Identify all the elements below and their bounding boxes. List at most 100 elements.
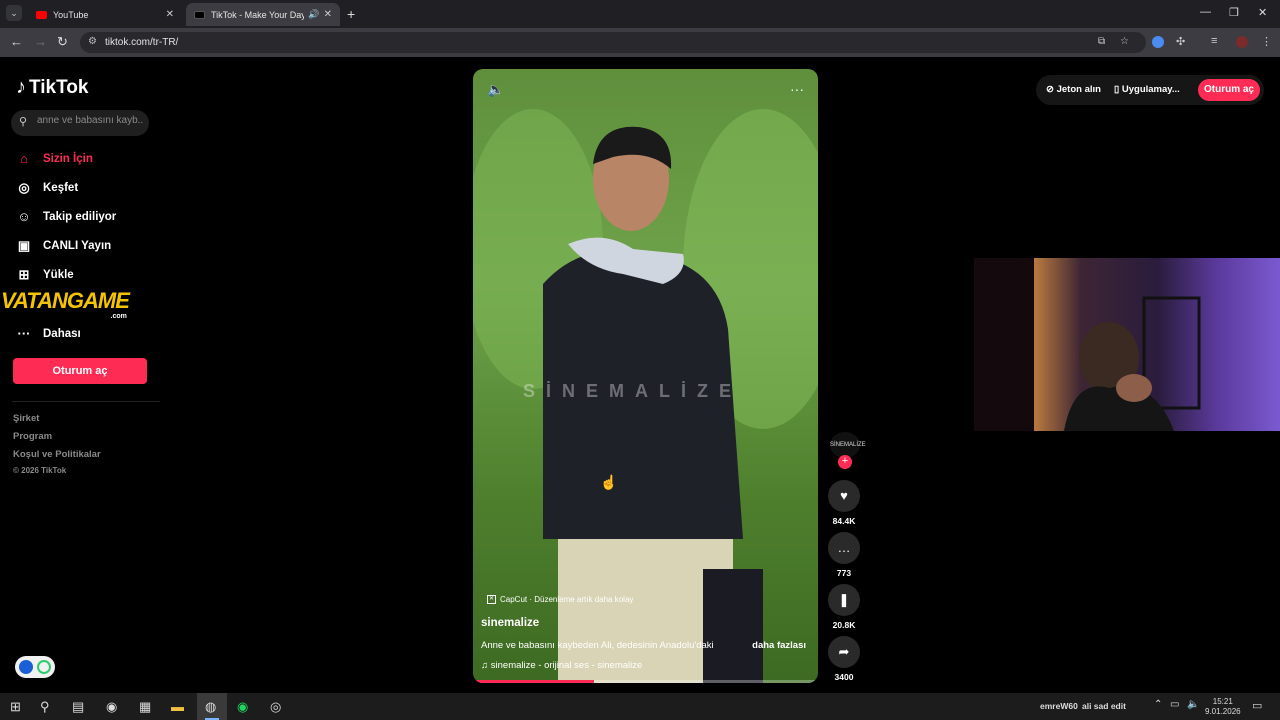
close-tab-icon[interactable]: ✕ xyxy=(166,9,174,20)
sidebar-login-button[interactable]: Oturum aç xyxy=(13,358,147,384)
browser-toolbar: ← → ↻ ⚙ tiktok.com/tr-TR/ ⧉ ☆ ✣ ≡ ⋮ xyxy=(0,28,1280,57)
tray-chevron-icon[interactable]: ⌃ xyxy=(1154,699,1162,710)
sidebar-item-upload[interactable]: ⊞ Yükle xyxy=(15,267,74,283)
footer-link-terms[interactable]: Koşul ve Politikalar xyxy=(13,449,101,460)
spotify-icon[interactable]: ◉ xyxy=(237,699,248,715)
music-title: sinemalize - orijinal ses - sinemalize xyxy=(490,660,643,671)
url-text: tiktok.com/tr-TR/ xyxy=(105,37,179,48)
sidebar-item-more[interactable]: ··· Dahası xyxy=(15,326,81,341)
comment-icon: … xyxy=(837,540,851,555)
compass-icon: ◎ xyxy=(18,180,30,195)
store-icon[interactable]: ▦ xyxy=(139,699,151,715)
video-frame-boy-image xyxy=(473,109,818,683)
get-coins-link[interactable]: ⊘ Jeton alın xyxy=(1046,84,1101,95)
sidebar-item-label: Keşfet xyxy=(43,182,79,194)
tab-youtube[interactable]: YouTube ✕ xyxy=(28,3,182,26)
streamer-webcam-image xyxy=(974,258,1280,431)
widget-green-icon xyxy=(37,660,51,674)
footer-link-company[interactable]: Şirket xyxy=(13,413,39,424)
media-control-icon[interactable]: ≡ xyxy=(1211,35,1217,47)
screen: ⌄ YouTube ✕ TikTok - Make Your Day 🔊 ✕ +… xyxy=(0,0,1280,720)
sidebar-item-following[interactable]: ☺ Takip ediliyor xyxy=(15,209,116,224)
video-progress-bar[interactable] xyxy=(473,680,818,683)
tray-status-text: ali sad edit xyxy=(1082,701,1126,711)
video-more-options-icon[interactable]: ··· xyxy=(790,81,804,97)
forward-icon[interactable]: → xyxy=(34,34,47,49)
follow-plus-icon[interactable]: + xyxy=(838,455,852,469)
profile-avatar[interactable] xyxy=(1236,36,1248,48)
windows-taskbar: ⊞ ⚲ ▤ ◉ ▦ ▬ ◍ ◉ ◎ emreW60 ali sad edit ⌃… xyxy=(0,693,1280,720)
task-view-icon[interactable]: ▤ xyxy=(72,699,84,715)
chrome-icon: ◍ xyxy=(205,699,217,714)
home-icon: ⌂ xyxy=(20,151,28,166)
new-tab-button[interactable]: + xyxy=(347,6,355,22)
sidebar-item-label: Dahası xyxy=(43,327,81,340)
browser-menu-icon[interactable]: ⋮ xyxy=(1261,35,1272,48)
tiktok-note-icon: ♪ xyxy=(16,76,26,98)
volume-icon[interactable]: 🔈 xyxy=(487,81,504,98)
windows-start-icon[interactable]: ⊞ xyxy=(10,699,21,715)
sidebar-item-live[interactable]: ▣ CANLI Yayın xyxy=(15,238,111,254)
address-bar[interactable]: ⚙ tiktok.com/tr-TR/ ⧉ ☆ xyxy=(80,32,1146,53)
minimize-icon[interactable]: — xyxy=(1200,6,1211,18)
comment-button[interactable]: … xyxy=(828,532,860,564)
steam-icon[interactable]: ◉ xyxy=(106,699,117,715)
install-app-icon[interactable]: ⧉ xyxy=(1098,36,1105,47)
tab-tiktok[interactable]: TikTok - Make Your Day 🔊 ✕ xyxy=(186,3,340,26)
heart-icon: ♥ xyxy=(840,488,848,503)
tiktok-logo[interactable]: ♪ TikTok xyxy=(16,76,88,99)
comment-count: 773 xyxy=(836,568,852,578)
extension-icon[interactable] xyxy=(1152,36,1164,48)
search-icon: ⚲ xyxy=(19,116,28,128)
sidebar-item-label: CANLI Yayın xyxy=(43,240,112,252)
system-clock[interactable]: 15:21 9.01.2026 xyxy=(1205,697,1241,717)
capcut-badge[interactable]: ✕ CapCut · Düzenleme artık daha kolay xyxy=(487,595,633,604)
video-music[interactable]: ♫ sinemalize - orijinal ses - sinemalize xyxy=(481,660,642,671)
bookmark-icon: ❚ xyxy=(838,592,850,607)
like-button[interactable]: ♥ xyxy=(828,480,860,512)
network-icon[interactable]: ▭ xyxy=(1170,699,1179,710)
video-watermark-text: SİNEMALİZE xyxy=(523,381,743,401)
sidebar-item-label: Sizin İçin xyxy=(43,152,93,165)
file-explorer-icon[interactable]: ▬ xyxy=(171,699,184,714)
obs-icon[interactable]: ◎ xyxy=(270,699,281,715)
following-icon: ☺ xyxy=(17,209,31,224)
extensions-puzzle-icon[interactable]: ✣ xyxy=(1176,35,1185,48)
search-input[interactable] xyxy=(37,115,143,126)
close-tab-icon[interactable]: ✕ xyxy=(324,9,332,20)
close-window-icon[interactable]: ✕ xyxy=(1258,6,1267,19)
live-icon: ▣ xyxy=(17,238,31,253)
sidebar-item-for-you[interactable]: ⌂ Sizin İçin xyxy=(15,151,93,166)
tab-audio-icon[interactable]: 🔊 xyxy=(308,9,319,20)
bookmark-star-icon[interactable]: ☆ xyxy=(1120,36,1129,47)
restore-icon[interactable]: ❐ xyxy=(1229,6,1239,19)
share-button[interactable]: ➦ xyxy=(828,636,860,668)
see-more-link[interactable]: daha fazlası xyxy=(752,640,806,651)
search-icon[interactable]: ⚲ xyxy=(40,699,50,715)
bottom-widget-toggle[interactable] xyxy=(15,656,55,678)
logo-text: TikTok xyxy=(29,76,89,98)
notification-icon[interactable]: ▭ xyxy=(1252,699,1262,712)
tab-title: YouTube xyxy=(53,9,89,20)
volume-tray-icon[interactable]: 🔈 xyxy=(1187,699,1199,710)
top-right-actions: ⊘ Jeton alın ▯ Uygulamay... Oturum aç xyxy=(1036,75,1264,105)
site-info-icon[interactable]: ⚙ xyxy=(88,36,97,47)
sidebar-item-label: Takip ediliyor xyxy=(43,210,117,223)
get-app-link[interactable]: ▯ Uygulamay... xyxy=(1114,84,1180,95)
chrome-taskbar-item[interactable]: ◍ xyxy=(197,693,227,720)
reload-icon[interactable]: ↻ xyxy=(57,34,68,50)
bookmark-button[interactable]: ❚ xyxy=(828,584,860,616)
sidebar-item-explore[interactable]: ◎ Keşfet xyxy=(15,180,78,196)
hand-cursor-icon: ☝ xyxy=(600,474,618,490)
search-bar[interactable]: ⚲ xyxy=(11,110,149,136)
footer-link-program[interactable]: Program xyxy=(13,431,52,442)
back-icon[interactable]: ← xyxy=(10,34,23,49)
vatangame-watermark-logo: VATANGAME .com xyxy=(1,288,130,320)
tab-search-button[interactable]: ⌄ xyxy=(6,5,22,21)
share-icon: ➦ xyxy=(838,644,850,659)
sidebar-divider xyxy=(12,401,160,402)
header-login-button[interactable]: Oturum aç xyxy=(1198,79,1260,101)
video-author[interactable]: sinemalize xyxy=(481,617,539,629)
share-count: 3400 xyxy=(834,672,854,682)
video-player[interactable]: 🔈 ··· SİNEMALİZE ✕ CapCut · Düzenleme ar… xyxy=(473,69,818,683)
